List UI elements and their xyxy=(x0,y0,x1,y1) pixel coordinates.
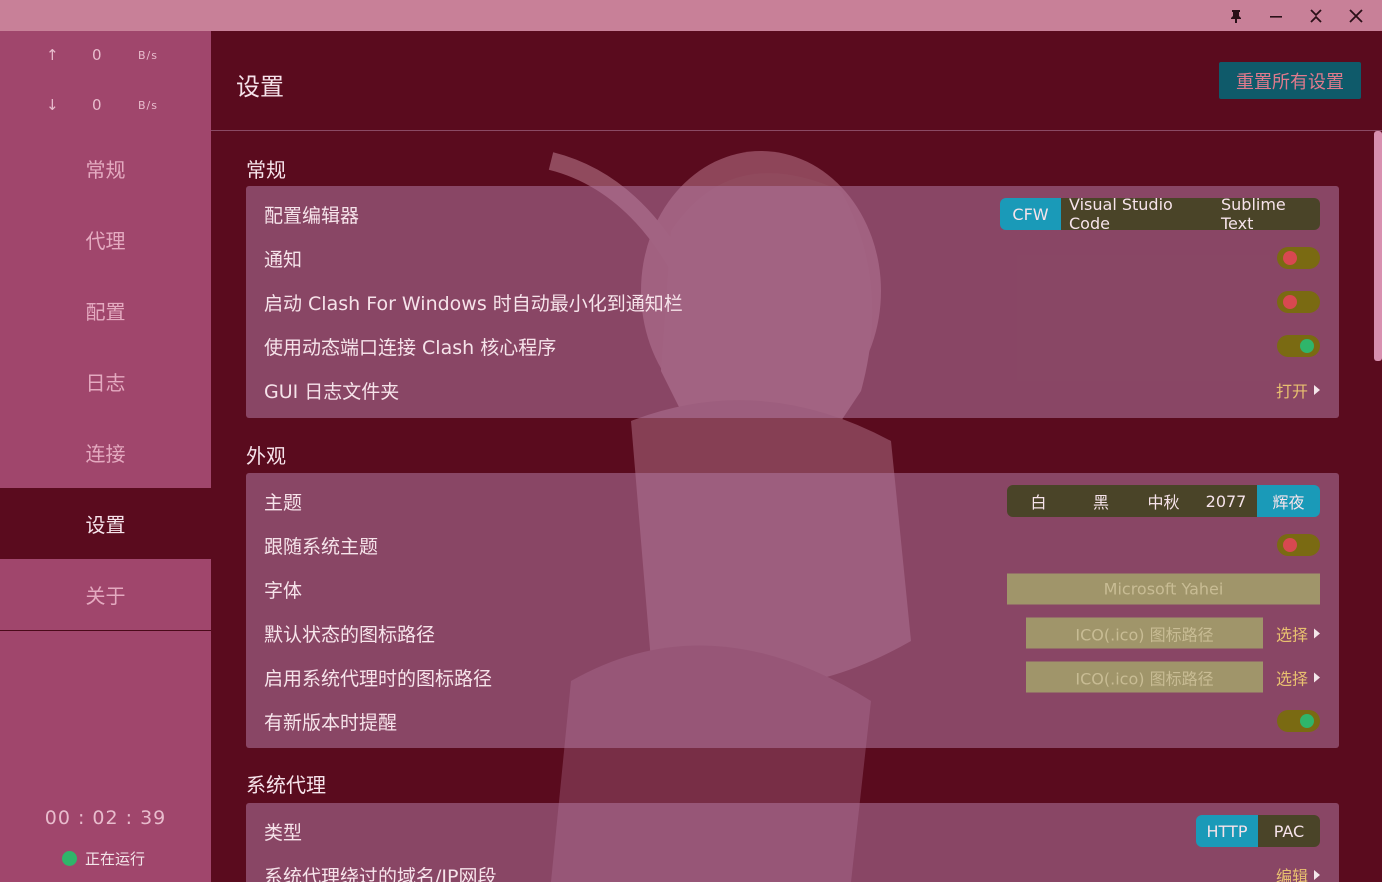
sidebar-item-connections[interactable]: 连接 xyxy=(0,417,211,488)
follow-theme-toggle[interactable] xyxy=(1277,534,1320,556)
edit-bypass-link[interactable]: 编辑 xyxy=(1276,863,1320,882)
autominimize-label: 启动 Clash For Windows 时自动最小化到通知栏 xyxy=(264,292,683,315)
section-title-general: 常规 xyxy=(246,158,286,182)
theme-row: 主题 白 黑 中秋 2077 辉夜 xyxy=(246,479,1339,523)
play-arrow-icon xyxy=(1314,672,1320,682)
notify-row: 通知 xyxy=(246,236,1339,280)
download-value: 0 xyxy=(92,96,102,114)
sidebar-item-proxies[interactable]: 代理 xyxy=(0,204,211,275)
update-reminder-label: 有新版本时提醒 xyxy=(264,711,398,734)
sysproxy-card: 类型 HTTP PAC 系统代理绕过的域名/IP网段 编辑 xyxy=(246,803,1339,882)
notify-label: 通知 xyxy=(264,248,303,271)
select-icon-proxy-text: 选择 xyxy=(1275,669,1308,688)
sidebar-item-general[interactable]: 常规 xyxy=(0,133,211,204)
scrollbar[interactable] xyxy=(1374,131,1382,361)
autominimize-toggle[interactable] xyxy=(1277,291,1320,313)
notify-toggle[interactable] xyxy=(1277,247,1320,269)
upload-speed: ↑ 0 B/s xyxy=(0,46,211,66)
page-title: 设置 xyxy=(236,73,284,101)
update-reminder-toggle[interactable] xyxy=(1277,710,1320,732)
sidebar: ↑ 0 B/s ↓ 0 B/s 常规 代理 配置 日志 连接 设置 关于 00 … xyxy=(0,31,211,882)
upload-value: 0 xyxy=(92,46,102,64)
bypass-label: 系统代理绕过的域名/IP网段 xyxy=(264,865,497,882)
collapse-icon[interactable] xyxy=(1296,0,1336,31)
proxy-type-label: 类型 xyxy=(264,821,303,844)
font-row: 字体 Microsoft Yahei xyxy=(246,567,1339,611)
open-logdir-text: 打开 xyxy=(1275,382,1308,401)
select-icon-proxy-link[interactable]: 选择 xyxy=(1276,665,1320,689)
select-icon-default-link[interactable]: 选择 xyxy=(1276,621,1320,645)
font-input[interactable]: Microsoft Yahei xyxy=(1007,573,1320,605)
update-reminder-row: 有新版本时提醒 xyxy=(246,699,1339,743)
logdir-row: GUI 日志文件夹 打开 xyxy=(246,368,1339,412)
theme-selector[interactable]: 白 黑 中秋 2077 辉夜 xyxy=(1007,485,1320,517)
general-card: 配置编辑器 CFW Visual Studio Code Sublime Tex… xyxy=(246,186,1339,418)
theme-option-2077[interactable]: 2077 xyxy=(1195,485,1257,517)
theme-option-white[interactable]: 白 xyxy=(1007,485,1070,517)
open-logdir-link[interactable]: 打开 xyxy=(1276,378,1320,402)
title-bar xyxy=(0,0,1382,31)
follow-theme-row: 跟随系统主题 xyxy=(246,523,1339,567)
sidebar-item-settings[interactable]: 设置 xyxy=(0,488,211,559)
close-icon[interactable] xyxy=(1336,0,1376,31)
logdir-label: GUI 日志文件夹 xyxy=(264,380,400,403)
play-arrow-icon xyxy=(1314,385,1320,395)
dynport-toggle[interactable] xyxy=(1277,335,1320,357)
section-title-sysproxy: 系统代理 xyxy=(246,773,326,797)
editor-option-cfw[interactable]: CFW xyxy=(1000,198,1061,230)
icon-proxy-row: 启用系统代理时的图标路径 ICO(.ico) 图标路径 选择 xyxy=(246,655,1339,699)
pin-icon[interactable] xyxy=(1216,0,1256,31)
play-arrow-icon xyxy=(1314,628,1320,638)
status-indicator: 正在运行 xyxy=(62,848,145,869)
section-title-appearance: 外观 xyxy=(246,444,286,468)
theme-option-kaguya[interactable]: 辉夜 xyxy=(1257,485,1320,517)
play-arrow-icon xyxy=(1314,870,1320,880)
editor-row: 配置编辑器 CFW Visual Studio Code Sublime Tex… xyxy=(246,192,1339,236)
follow-theme-label: 跟随系统主题 xyxy=(264,535,379,558)
proxy-type-selector[interactable]: HTTP PAC xyxy=(1196,815,1320,847)
sidebar-divider xyxy=(0,630,211,631)
theme-option-midautumn[interactable]: 中秋 xyxy=(1132,485,1195,517)
icon-proxy-input[interactable]: ICO(.ico) 图标路径 xyxy=(1025,661,1263,693)
proxy-type-option-http[interactable]: HTTP xyxy=(1196,815,1258,847)
editor-option-vscode[interactable]: Visual Studio Code xyxy=(1061,198,1213,230)
status-dot-icon xyxy=(62,851,77,866)
edit-bypass-text: 编辑 xyxy=(1275,867,1308,882)
dynport-row: 使用动态端口连接 Clash 核心程序 xyxy=(246,324,1339,368)
autominimize-row: 启动 Clash For Windows 时自动最小化到通知栏 xyxy=(246,280,1339,324)
dynport-label: 使用动态端口连接 Clash 核心程序 xyxy=(264,336,557,359)
header-divider xyxy=(211,130,1382,131)
icon-default-input[interactable]: ICO(.ico) 图标路径 xyxy=(1025,617,1263,649)
download-unit: B/s xyxy=(138,99,158,112)
sidebar-item-logs[interactable]: 日志 xyxy=(0,346,211,417)
theme-option-black[interactable]: 黑 xyxy=(1070,485,1132,517)
editor-selector[interactable]: CFW Visual Studio Code Sublime Text xyxy=(1000,198,1320,230)
status-text: 正在运行 xyxy=(85,850,146,868)
icon-default-row: 默认状态的图标路径 ICO(.ico) 图标路径 选择 xyxy=(246,611,1339,655)
appearance-card: 主题 白 黑 中秋 2077 辉夜 跟随系统主题 字体 Microsoft Ya… xyxy=(246,473,1339,748)
upload-arrow-icon: ↑ xyxy=(46,46,59,64)
proxy-type-row: 类型 HTTP PAC xyxy=(246,809,1339,853)
bypass-row: 系统代理绕过的域名/IP网段 编辑 xyxy=(246,853,1339,882)
settings-page: 设置 重置所有设置 常规 配置编辑器 CFW Visual Studio Cod… xyxy=(211,31,1382,882)
download-speed: ↓ 0 B/s xyxy=(0,96,211,116)
sidebar-item-about[interactable]: 关于 xyxy=(0,559,211,630)
upload-unit: B/s xyxy=(138,49,158,62)
download-arrow-icon: ↓ xyxy=(46,96,59,114)
sidebar-item-profiles[interactable]: 配置 xyxy=(0,275,211,346)
editor-option-sublime[interactable]: Sublime Text xyxy=(1213,198,1320,230)
select-icon-default-text: 选择 xyxy=(1275,625,1308,644)
proxy-type-option-pac[interactable]: PAC xyxy=(1258,815,1320,847)
reset-all-button[interactable]: 重置所有设置 xyxy=(1219,62,1361,99)
minimize-icon[interactable] xyxy=(1256,0,1296,31)
uptime-timer: 00 : 02 : 39 xyxy=(44,807,167,829)
